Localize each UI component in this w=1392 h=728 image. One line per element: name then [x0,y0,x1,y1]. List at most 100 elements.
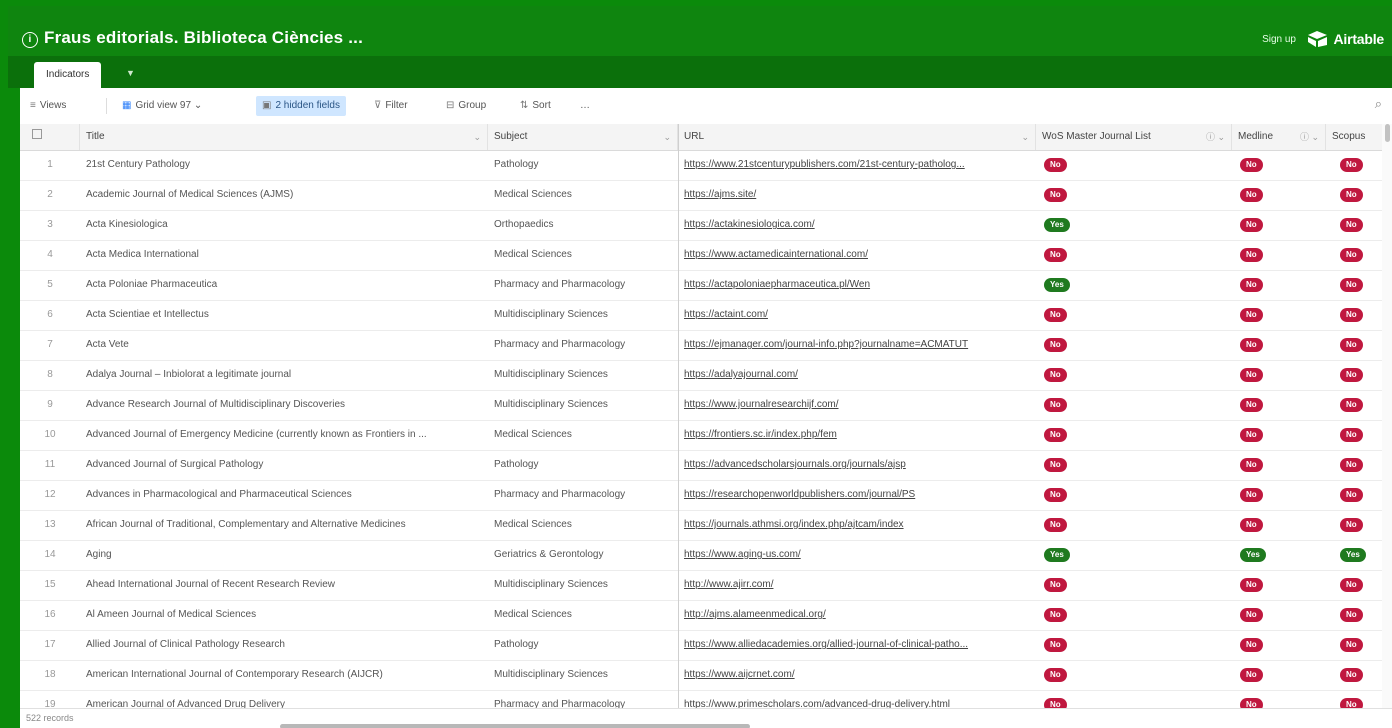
cell-subject[interactable]: Pathology [488,450,678,480]
row-number[interactable]: 10 [20,420,80,450]
status-badge-medline[interactable]: No [1240,308,1263,322]
row-number[interactable]: 17 [20,630,80,660]
grid-view-button[interactable]: ▦ Grid view 97 ⌄ [122,98,202,114]
cell-url[interactable]: https://journals.athmsi.org/index.php/aj… [678,510,1028,540]
row-number[interactable]: 16 [20,600,80,630]
table-row[interactable]: 14 Aging Geriatrics & Gerontology https://w… [20,540,1392,571]
column-header-subject[interactable]: Subject ⌄ [488,124,678,150]
status-badge-scopus[interactable]: No [1340,368,1363,382]
row-number[interactable]: 15 [20,570,80,600]
column-header-medline[interactable]: Medline ⓘ ⌄ [1232,124,1326,150]
cell-url[interactable]: https://ejmanager.com/journal-info.php?j… [678,330,1028,360]
cell-subject[interactable]: Geriatrics & Gerontology [488,540,678,570]
cell-url[interactable]: https://actaint.com/ [678,300,1028,330]
table-row[interactable]: 1 21st Century Pathology Pathology https://… [20,150,1392,181]
column-header-url[interactable]: URL ⌄ [678,124,1036,150]
status-badge-scopus[interactable]: No [1340,218,1363,232]
row-number[interactable]: 6 [20,300,80,330]
table-row[interactable]: 9 Advance Research Journal of Multidiscip… [20,390,1392,421]
status-badge-medline[interactable]: No [1240,368,1263,382]
status-badge-scopus[interactable]: No [1340,458,1363,472]
status-badge-wos[interactable]: No [1044,308,1067,322]
hidden-fields-button[interactable]: ▣ 2 hidden fields [256,96,346,116]
status-badge-wos[interactable]: Yes [1044,278,1070,292]
status-badge-wos[interactable]: Yes [1044,218,1070,232]
cell-url[interactable]: https://www.aijcrnet.com/ [678,660,1028,690]
signup-link[interactable]: Sign up [1262,34,1296,45]
status-badge-medline[interactable]: No [1240,488,1263,502]
status-badge-wos[interactable]: No [1044,488,1067,502]
more-button[interactable]: … [580,98,590,114]
table-row[interactable]: 2 Academic Journal of Medical Sciences (A… [20,180,1392,211]
cell-subject[interactable]: Pathology [488,150,678,180]
cell-subject[interactable]: Medical Sciences [488,180,678,210]
status-badge-medline[interactable]: No [1240,248,1263,262]
cell-subject[interactable]: Pharmacy and Pharmacology [488,270,678,300]
table-row[interactable]: 11 Advanced Journal of Surgical Pathology… [20,450,1392,481]
row-number[interactable]: 2 [20,180,80,210]
cell-url[interactable]: https://advancedscholarsjournals.org/jou… [678,450,1028,480]
column-header-wos[interactable]: WoS Master Journal List ⓘ ⌄ [1036,124,1232,150]
cell-url[interactable]: https://adalyajournal.com/ [678,360,1028,390]
status-badge-scopus[interactable]: No [1340,308,1363,322]
cell-url[interactable]: https://ajms.site/ [678,180,1028,210]
cell-title[interactable]: African Journal of Traditional, Compleme… [80,510,488,540]
tab-indicators[interactable]: Indicators [34,62,102,88]
status-badge-scopus[interactable]: No [1340,158,1363,172]
cell-subject[interactable]: Orthopaedics [488,210,678,240]
table-row[interactable]: 18 American International Journal of Cont… [20,660,1392,691]
status-badge-medline[interactable]: No [1240,218,1263,232]
status-badge-wos[interactable]: No [1044,518,1067,532]
cell-title[interactable]: Academic Journal of Medical Sciences (AJ… [80,180,488,210]
status-badge-wos[interactable]: No [1044,158,1067,172]
cell-title[interactable]: American International Journal of Contem… [80,660,488,690]
status-badge-medline[interactable]: No [1240,278,1263,292]
cell-subject[interactable]: Medical Sciences [488,240,678,270]
status-badge-scopus[interactable]: No [1340,278,1363,292]
status-badge-scopus[interactable]: No [1340,608,1363,622]
views-button[interactable]: ≡ Views [30,98,66,114]
status-badge-scopus[interactable]: No [1340,518,1363,532]
scrollbar-thumb[interactable] [1385,124,1390,142]
status-badge-scopus[interactable]: No [1340,188,1363,202]
table-row[interactable]: 4 Acta Medica International Medical Scienc… [20,240,1392,271]
cell-title[interactable]: Advanced Journal of Surgical Pathology [80,450,488,480]
status-badge-wos[interactable]: No [1044,398,1067,412]
row-number[interactable]: 12 [20,480,80,510]
select-all-checkbox[interactable] [20,124,80,150]
status-badge-wos[interactable]: No [1044,248,1067,262]
status-badge-medline[interactable]: No [1240,158,1263,172]
cell-title[interactable]: Ahead International Journal of Recent Re… [80,570,488,600]
status-badge-wos[interactable]: No [1044,458,1067,472]
cell-url[interactable]: https://www.21stcenturypublishers.com/21… [678,150,1028,180]
table-row[interactable]: 12 Advances in Pharmacological and Pharma… [20,480,1392,511]
cell-title[interactable]: Allied Journal of Clinical Pathology Res… [80,630,488,660]
cell-title[interactable]: Acta Medica International [80,240,488,270]
row-number[interactable]: 9 [20,390,80,420]
cell-subject[interactable]: Multidisciplinary Sciences [488,390,678,420]
status-badge-scopus[interactable]: No [1340,428,1363,442]
cell-subject[interactable]: Medical Sciences [488,600,678,630]
row-number[interactable]: 5 [20,270,80,300]
table-row[interactable]: 15 Ahead International Journal of Recent … [20,570,1392,601]
table-row[interactable]: 3 Acta Kinesiologica Orthopaedics https://a… [20,210,1392,241]
status-badge-wos[interactable]: No [1044,368,1067,382]
cell-subject[interactable]: Multidisciplinary Sciences [488,300,678,330]
cell-subject[interactable]: Pharmacy and Pharmacology [488,480,678,510]
table-row[interactable]: 7 Acta Vete Pharmacy and Pharmacology https… [20,330,1392,361]
status-badge-medline[interactable]: No [1240,458,1263,472]
status-badge-medline[interactable]: No [1240,188,1263,202]
status-badge-scopus[interactable]: Yes [1340,548,1366,562]
status-badge-medline[interactable]: No [1240,608,1263,622]
cell-url[interactable]: https://frontiers.sc.ir/index.php/fem [678,420,1028,450]
cell-title[interactable]: Al Ameen Journal of Medical Sciences [80,600,488,630]
group-button[interactable]: ⊟ Group [446,98,486,114]
cell-url[interactable]: http://www.ajirr.com/ [678,570,1028,600]
table-row[interactable]: 17 Allied Journal of Clinical Pathology R… [20,630,1392,661]
status-badge-medline[interactable]: No [1240,668,1263,682]
cell-title[interactable]: Acta Vete [80,330,488,360]
row-number[interactable]: 11 [20,450,80,480]
cell-subject[interactable]: Pharmacy and Pharmacology [488,330,678,360]
cell-title[interactable]: Aging [80,540,488,570]
cell-subject[interactable]: Pathology [488,630,678,660]
